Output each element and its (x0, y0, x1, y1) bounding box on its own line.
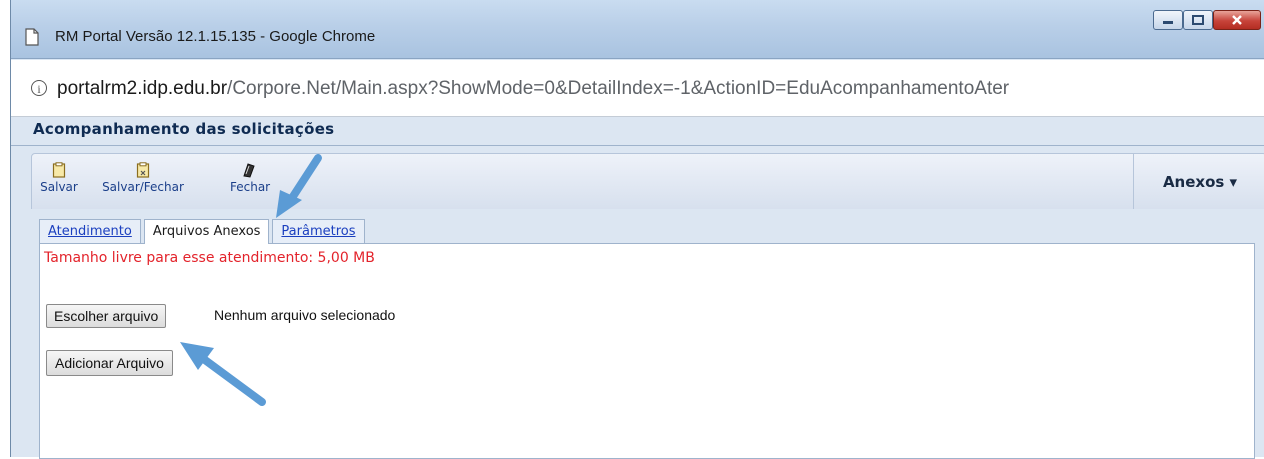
save-icon (52, 162, 66, 178)
choose-file-button[interactable]: Escolher arquivo (46, 304, 167, 328)
save-label: Salvar (40, 180, 78, 194)
add-file-button[interactable]: Adicionar Arquivo (46, 350, 173, 376)
page-title: Acompanhamento das solicitações (33, 120, 335, 138)
url-text[interactable]: portalrm2.idp.edu.br/Corpore.Net/Main.as… (57, 78, 1009, 100)
form-content: Atendimento Arquivos Anexos Parâmetros T… (31, 209, 1264, 459)
attachments-panel: Tamanho livre para esse atendimento: 5,0… (39, 243, 1255, 459)
minimize-button[interactable] (1153, 10, 1183, 30)
url-path: /Corpore.Net/Main.aspx?ShowMode=0&Detail… (227, 78, 1010, 99)
toolbar: Salvar Salvar/Fechar Fechar Anexos ▾ (31, 153, 1264, 210)
save-close-icon (136, 162, 150, 178)
tab-arquivos-anexos[interactable]: Arquivos Anexos (143, 219, 270, 244)
address-bar[interactable]: i portalrm2.idp.edu.br/Corpore.Net/Main.… (11, 60, 1264, 117)
minimize-icon (1163, 21, 1173, 24)
title-bar: RM Portal Versão 12.1.15.135 - Google Ch… (11, 0, 1264, 59)
close-label: Fechar (230, 180, 271, 194)
close-icon (1232, 15, 1242, 25)
save-button[interactable]: Salvar (32, 162, 86, 194)
free-space-warning: Tamanho livre para esse atendimento: 5,0… (44, 250, 375, 266)
window-controls (1153, 10, 1261, 30)
app-area: Acompanhamento das solicitações Salvar S… (11, 117, 1264, 459)
save-close-label: Salvar/Fechar (102, 180, 184, 194)
tab-parametros[interactable]: Parâmetros (272, 219, 365, 243)
no-file-selected-text: Nenhum arquivo selecionado (214, 307, 396, 323)
page-icon (25, 28, 39, 46)
tab-bar: Atendimento Arquivos Anexos Parâmetros (39, 219, 368, 244)
close-book-icon (243, 163, 255, 178)
close-button[interactable] (1213, 10, 1261, 30)
window-title: RM Portal Versão 12.1.15.135 - Google Ch… (55, 28, 376, 45)
title-divider (11, 145, 1264, 146)
screen-edge (0, 0, 10, 457)
anexos-dropdown[interactable]: Anexos ▾ (1133, 154, 1264, 209)
info-icon[interactable]: i (31, 80, 47, 96)
url-host: portalrm2.idp.edu.br (57, 78, 228, 99)
save-close-button[interactable]: Salvar/Fechar (88, 162, 198, 194)
close-form-button[interactable]: Fechar (230, 162, 290, 194)
browser-window: RM Portal Versão 12.1.15.135 - Google Ch… (10, 0, 1264, 459)
tab-atendimento[interactable]: Atendimento (39, 219, 141, 243)
maximize-button[interactable] (1183, 10, 1213, 30)
maximize-icon (1192, 15, 1204, 25)
